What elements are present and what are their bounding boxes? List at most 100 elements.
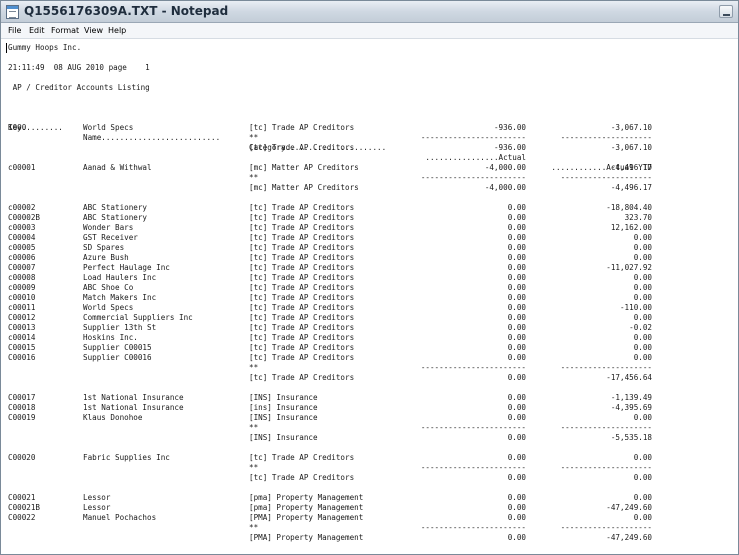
row-category: [tc] Trade AP Creditors (249, 323, 355, 332)
row-key: C00013 (8, 323, 36, 332)
row-key: C00007 (8, 263, 36, 272)
row-ytd: -11,027.92 (606, 263, 652, 272)
row-category: [tc] Trade AP Creditors (249, 373, 355, 382)
row-name: World Specs (83, 303, 134, 312)
row-key: C00015 (8, 343, 36, 352)
row-actual: ----------------------- (420, 133, 526, 142)
row-key: c00001 (8, 163, 36, 172)
menu-help[interactable]: Help (108, 26, 126, 35)
report-line: ** ----------------------- ---------------… (1, 523, 738, 533)
row-actual: 0.00 (507, 353, 526, 362)
row-key: c00006 (8, 253, 36, 262)
row-key: C00018 (8, 403, 36, 412)
row-name: Supplier 13th St (83, 323, 157, 332)
row-ytd: -110.00 (619, 303, 652, 312)
report-line: [INS] Insurance 0.00 -5,535.18 (1, 433, 738, 443)
report-line: ** ----------------------- ---------------… (1, 463, 738, 473)
report-line: C00020 Fabric Supplies Inc [tc] Trade AP C… (1, 453, 738, 463)
row-actual: 0.00 (507, 493, 526, 502)
row-ytd: 0.00 (633, 413, 652, 422)
row-ytd: -------------------- (560, 363, 652, 372)
row-category: [mc] Matter AP Creditors (249, 183, 359, 192)
row-ytd: 0.00 (633, 343, 652, 352)
row-actual: 0.00 (507, 223, 526, 232)
row-ytd: -0.02 (629, 323, 652, 332)
row-category: [mc] Matter AP Creditors (249, 163, 359, 172)
report-line (1, 193, 738, 203)
row-ytd: 0.00 (633, 283, 652, 292)
row-name: Klaus Donohoe (83, 413, 143, 422)
row-ytd: -3,067.10 (610, 143, 652, 152)
row-category: [tc] Trade AP Creditors (249, 203, 355, 212)
row-category: [tc] Trade AP Creditors (249, 123, 355, 132)
row-name: Commercial Suppliers Inc (83, 313, 193, 322)
row-name: 1st National Insurance (83, 403, 184, 412)
row-name: World Specs (83, 123, 134, 132)
row-category: [tc] Trade AP Creditors (249, 223, 355, 232)
row-category: [tc] Trade AP Creditors (249, 243, 355, 252)
row-actual: 0.00 (507, 203, 526, 212)
row-key: C00017 (8, 393, 36, 402)
row-category: [tc] Trade AP Creditors (249, 213, 355, 222)
title-bar[interactable]: Q1556176309A.TXT - Notepad (1, 1, 738, 23)
report-line: c00001 Aanad & Withwal [mc] Matter AP Cred… (1, 163, 738, 173)
row-name: ABC Shoe Co (83, 283, 134, 292)
text-editor[interactable]: Gummy Hoops Inc. 21:11:49 08 AUG 2010 pa… (1, 39, 738, 554)
row-name: Wonder Bars (83, 223, 134, 232)
report-line: c00008 Load Haulers Inc [tc] Trade AP Cred… (1, 273, 738, 283)
row-category: [tc] Trade AP Creditors (249, 143, 355, 152)
row-actual: -4,000.00 (484, 183, 526, 192)
minimize-button[interactable] (719, 5, 733, 18)
row-ytd: 323.70 (624, 213, 652, 222)
row-actual: ----------------------- (420, 173, 526, 182)
row-ytd: -47,249.60 (606, 503, 652, 512)
report-line: ** ----------------------- ---------------… (1, 173, 738, 183)
row-ytd: -1,139.49 (610, 393, 652, 402)
row-name: Load Haulers Inc (83, 273, 157, 282)
row-name: SD Spares (83, 243, 125, 252)
row-actual: 0.00 (507, 343, 526, 352)
menu-format[interactable]: Format (51, 26, 79, 35)
menu-file[interactable]: File (8, 26, 21, 35)
report-line: C00018 1st National Insurance [ins] Insura… (1, 403, 738, 413)
row-name: Manuel Pochachos (83, 513, 157, 522)
row-ytd: 0.00 (633, 353, 652, 362)
row-name: Supplier C00015 (83, 343, 152, 352)
row-actual: 0.00 (507, 533, 526, 542)
row-key: C00004 (8, 233, 36, 242)
row-category: ** (249, 423, 259, 432)
row-actual: 0.00 (507, 413, 526, 422)
report-line: C00012 Commercial Suppliers Inc [tc] Trade… (1, 313, 738, 323)
menu-view[interactable]: View (84, 26, 103, 35)
row-category: [pma] Property Management (249, 493, 364, 502)
row-key: C00019 (8, 413, 36, 422)
row-key: C00022 (8, 513, 36, 522)
report-line: C00022 Manuel Pochachos [PMA] Property Man… (1, 513, 738, 523)
row-category: [ins] Insurance (249, 403, 318, 412)
row-ytd: -18,804.40 (606, 203, 652, 212)
row-category: [tc] Trade AP Creditors (249, 273, 355, 282)
company-line: Gummy Hoops Inc. (5, 43, 82, 53)
report-line: c00011 World Specs [tc] Trade AP Creditors… (1, 303, 738, 313)
row-actual: 0.00 (507, 453, 526, 462)
menu-edit[interactable]: Edit (29, 26, 45, 35)
row-category: [PMA] Property Management (249, 513, 364, 522)
row-category: [PMA] Property Management (249, 533, 364, 542)
report-line: ** ----------------------- ---------------… (1, 423, 738, 433)
row-name: Match Makers Inc (83, 293, 157, 302)
row-name: 1st National Insurance (83, 393, 184, 402)
row-category: [tc] Trade AP Creditors (249, 283, 355, 292)
row-key: c00008 (8, 273, 36, 282)
report-line: C00007 Perfect Haulage Inc [tc] Trade AP C… (1, 263, 738, 273)
report-line: ** ----------------------- ---------------… (1, 363, 738, 373)
row-ytd: -4,395.69 (610, 403, 652, 412)
row-actual: 0.00 (507, 263, 526, 272)
report-line: [PMA] Property Management 0.00 -47,249.60 (1, 533, 738, 543)
notepad-icon (6, 5, 19, 19)
row-ytd: -------------------- (560, 133, 652, 142)
report-line: C00021B Lessor [pma] Property Management 0.… (1, 503, 738, 513)
row-actual: 0.00 (507, 233, 526, 242)
row-category: [INS] Insurance (249, 433, 318, 442)
row-actual: -936.00 (493, 123, 526, 132)
report-line: c00003 Wonder Bars [tc] Trade AP Creditors… (1, 223, 738, 233)
